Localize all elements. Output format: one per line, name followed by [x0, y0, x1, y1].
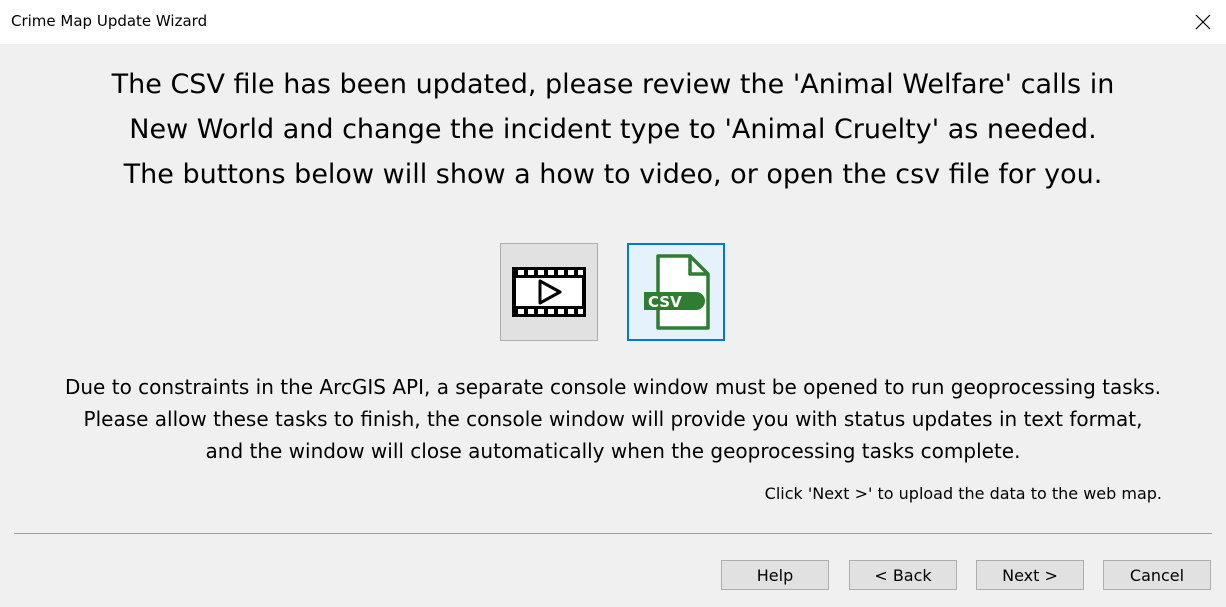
cancel-button[interactable]: Cancel [1103, 560, 1211, 590]
close-button[interactable] [1180, 0, 1226, 44]
instruction-line: New World and change the incident type t… [129, 114, 1097, 145]
title-bar: Crime Map Update Wizard [0, 0, 1226, 44]
info-line: Due to constraints in the ArcGIS API, a … [64, 375, 1162, 399]
help-button[interactable]: Help [721, 560, 829, 590]
footer-divider [14, 533, 1212, 534]
how-to-video-button[interactable] [500, 243, 598, 341]
close-icon [1195, 14, 1211, 30]
csv-file-icon: CSV [644, 254, 710, 330]
wizard-window: Crime Map Update Wizard The CSV file has… [0, 0, 1226, 607]
console-info-message: Due to constraints in the ArcGIS API, a … [0, 371, 1226, 467]
info-line: Please allow these tasks to finish, the … [83, 407, 1143, 431]
video-icon [512, 267, 586, 317]
back-button[interactable]: < Back [849, 560, 957, 590]
next-button[interactable]: Next > [976, 560, 1084, 590]
window-title: Crime Map Update Wizard [11, 12, 208, 30]
info-line: and the window will close automatically … [205, 439, 1021, 463]
instruction-line: The CSV file has been updated, please re… [111, 69, 1115, 100]
csv-badge-text: CSV [648, 293, 682, 311]
instruction-line: The buttons below will show a how to vid… [123, 159, 1103, 190]
instruction-message: The CSV file has been updated, please re… [0, 62, 1226, 197]
open-csv-button[interactable]: CSV [627, 243, 725, 341]
next-hint-text: Click 'Next >' to upload the data to the… [764, 484, 1162, 503]
